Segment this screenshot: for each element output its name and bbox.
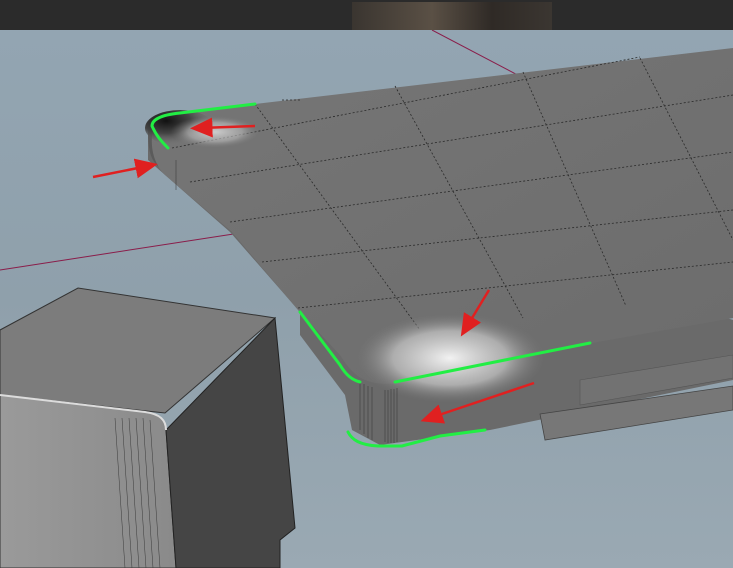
viewport-canvas bbox=[0, 30, 733, 568]
construction-line bbox=[0, 232, 241, 271]
reference-image-thumbnail bbox=[352, 2, 552, 30]
corner-highlight bbox=[170, 116, 260, 148]
box-object[interactable] bbox=[0, 287, 296, 568]
box-front-face bbox=[0, 394, 177, 568]
3d-viewport[interactable] bbox=[0, 30, 733, 568]
annotation-arrow bbox=[92, 158, 158, 179]
viewport-header-bar bbox=[0, 0, 733, 30]
